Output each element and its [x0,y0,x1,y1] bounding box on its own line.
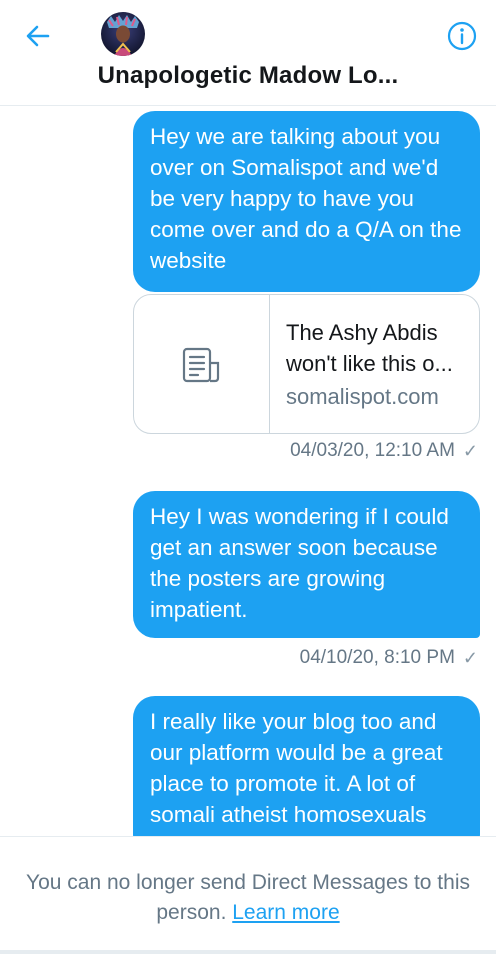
info-icon [447,21,477,51]
message-timestamp: 04/03/20, 12:10 AM ✓ [290,440,478,462]
message-timestamp: 04/10/20, 8:10 PM ✓ [300,647,478,669]
conversation-title[interactable]: Unapologetic Madow Lo... [0,62,496,90]
link-preview-card[interactable]: The Ashy Abdis won't like this o... soma… [133,294,480,434]
notice-text-wrap: You can no longer send Direct Messages t… [20,868,476,928]
link-thumbnail [134,295,270,433]
timestamp-text: 04/10/20, 8:10 PM [299,647,455,668]
message-bubble[interactable]: I really like your blog too and our plat… [133,696,480,836]
message-list[interactable]: Hey we are talking about you over on Som… [0,106,496,836]
conversation-header: Unapologetic Madow Lo... [0,0,496,106]
avatar[interactable] [101,12,145,56]
message-bubble[interactable]: Hey I was wondering if I could get an an… [133,491,480,638]
dm-disabled-notice: You can no longer send Direct Messages t… [0,836,496,954]
learn-more-link[interactable]: Learn more [232,901,339,924]
message-bubble[interactable]: Hey we are talking about you over on Som… [133,111,480,292]
bottom-divider [0,950,496,954]
article-icon [182,347,220,383]
timestamp-text: 04/03/20, 12:10 AM [290,440,455,461]
sent-check-icon: ✓ [462,440,478,461]
info-button[interactable] [446,20,478,52]
link-domain: somalispot.com [286,384,439,409]
link-title-line1: The Ashy Abdis [286,320,438,345]
link-title-line2: won't like this o... [286,351,453,376]
arrow-left-icon [26,25,50,47]
sent-check-icon: ✓ [462,647,478,668]
back-button[interactable] [22,20,54,52]
